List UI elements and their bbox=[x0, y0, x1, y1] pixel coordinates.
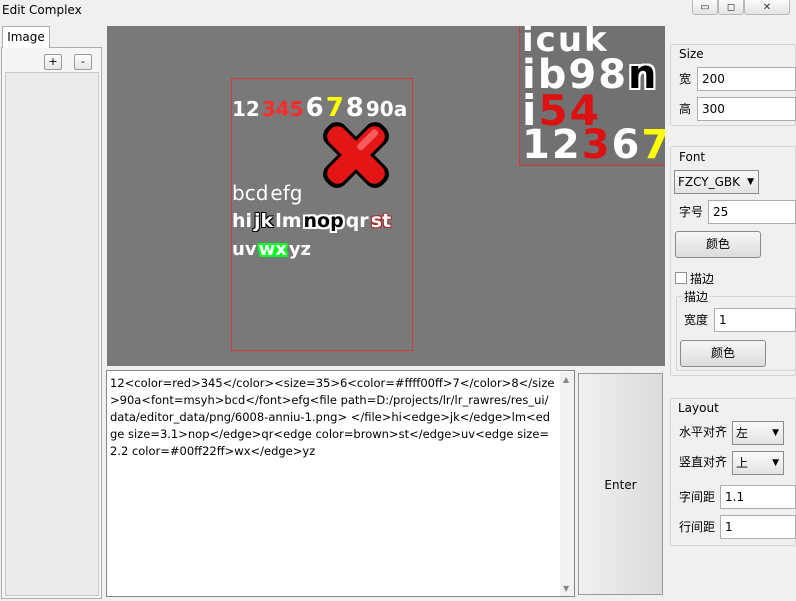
line-spacing-label: 行间距 bbox=[679, 520, 716, 534]
atlas-row: 12367 bbox=[522, 122, 665, 166]
valign-value: 上 bbox=[736, 456, 749, 470]
rich-text-run: st bbox=[370, 210, 392, 232]
layout-group-title: Layout bbox=[677, 401, 720, 415]
valign-select[interactable]: 上 ▼ bbox=[732, 451, 784, 475]
rich-text-run: nop bbox=[303, 210, 344, 232]
atlas-glyph: 1 bbox=[522, 122, 550, 166]
valign-label: 竖直对齐 bbox=[679, 455, 728, 469]
atlas-glyph: n bbox=[628, 52, 657, 98]
size-group-title: Size bbox=[678, 47, 705, 61]
height-input[interactable]: 300 bbox=[697, 97, 796, 121]
editor-text[interactable]: 12<color=red>345</color><size=35>6<color… bbox=[110, 375, 555, 460]
preview-canvas: icukib98ni5412367 1234567890a bcdefg hij… bbox=[107, 26, 665, 366]
line-spacing-input[interactable]: 1 bbox=[720, 515, 796, 539]
font-size-input[interactable]: 25 bbox=[708, 200, 796, 224]
rich-text-line-4: uv wx yz bbox=[231, 239, 312, 260]
editor-scrollbar[interactable]: ▲ ▼ bbox=[560, 372, 574, 596]
add-image-button[interactable]: + bbox=[44, 54, 62, 70]
atlas-glyph: 6 bbox=[611, 122, 640, 166]
rich-text-run: jk bbox=[254, 210, 274, 232]
title-bar bbox=[0, 0, 796, 24]
rich-text-line-2: bcd efg bbox=[231, 181, 303, 205]
font-family-value: FZCY_GBK bbox=[678, 175, 741, 189]
minimize-button[interactable]: ▭ bbox=[692, 0, 718, 15]
minimize-icon: ▭ bbox=[700, 1, 710, 13]
atlas-glyph: 2 bbox=[551, 122, 580, 166]
height-label: 高 bbox=[679, 102, 692, 116]
atlas-glyph: 3 bbox=[581, 122, 610, 166]
rich-text-run: wx bbox=[258, 239, 287, 260]
close-button[interactable]: ✕ bbox=[744, 0, 790, 15]
font-color-button[interactable]: 颜色 bbox=[675, 231, 761, 258]
tab-image[interactable]: Image bbox=[2, 26, 50, 48]
chevron-down-icon: ▼ bbox=[772, 428, 779, 438]
maximize-button[interactable]: ◻ bbox=[718, 0, 744, 15]
stroke-checkbox-label: 描边 bbox=[690, 272, 715, 286]
scroll-down-icon[interactable]: ▼ bbox=[563, 584, 569, 593]
image-list[interactable] bbox=[5, 72, 99, 596]
stroke-color-button[interactable]: 颜色 bbox=[680, 340, 766, 367]
chevron-down-icon: ▼ bbox=[772, 458, 779, 468]
rich-text-run: uv bbox=[232, 239, 257, 260]
close-icon: ✕ bbox=[762, 1, 772, 13]
font-size-label: 字号 bbox=[679, 205, 704, 219]
stroke-width-input[interactable]: 1 bbox=[714, 308, 796, 332]
enter-button[interactable]: Enter bbox=[578, 373, 663, 595]
restore-icon: ◻ bbox=[726, 1, 736, 13]
font-group-title: Font bbox=[678, 150, 707, 164]
halign-value: 左 bbox=[736, 426, 749, 440]
rich-text-run: 12 bbox=[232, 97, 260, 121]
width-label: 宽 bbox=[679, 72, 692, 86]
rich-text-line-3: hi jk lm nop qr st bbox=[231, 210, 392, 232]
halign-label: 水平对齐 bbox=[679, 425, 728, 439]
rich-text-run: 345 bbox=[261, 97, 304, 121]
window-title: Edit Complex bbox=[2, 3, 82, 17]
width-input[interactable]: 200 bbox=[697, 67, 796, 91]
halign-select[interactable]: 左 ▼ bbox=[732, 421, 784, 445]
char-spacing-label: 字间距 bbox=[679, 490, 716, 504]
font-family-select[interactable]: FZCY_GBK ▼ bbox=[674, 170, 759, 194]
remove-image-button[interactable]: - bbox=[74, 54, 92, 70]
rich-text-run: hi bbox=[232, 210, 253, 232]
rich-text-run: bcd bbox=[232, 181, 269, 205]
close-x-image-icon bbox=[323, 122, 389, 188]
atlas-glyph: 7 bbox=[641, 122, 665, 165]
stroke-group-title: 描边 bbox=[683, 288, 710, 305]
stroke-checkbox[interactable] bbox=[675, 272, 687, 284]
stroke-width-label: 宽度 bbox=[684, 313, 709, 327]
rich-text-run: lm bbox=[275, 210, 302, 232]
scroll-up-icon[interactable]: ▲ bbox=[563, 375, 569, 384]
glyph-atlas-preview: icukib98ni5412367 bbox=[519, 26, 665, 166]
chevron-down-icon: ▼ bbox=[747, 177, 754, 187]
atlas-glyph: 8 bbox=[598, 52, 627, 98]
rich-text-editor[interactable]: 12<color=red>345</color><size=35>6<color… bbox=[106, 370, 575, 597]
rich-text-run: efg bbox=[270, 181, 303, 205]
rich-text-run: qr bbox=[345, 210, 369, 232]
rich-text-run: yz bbox=[288, 239, 312, 260]
char-spacing-input[interactable]: 1.1 bbox=[720, 485, 796, 509]
